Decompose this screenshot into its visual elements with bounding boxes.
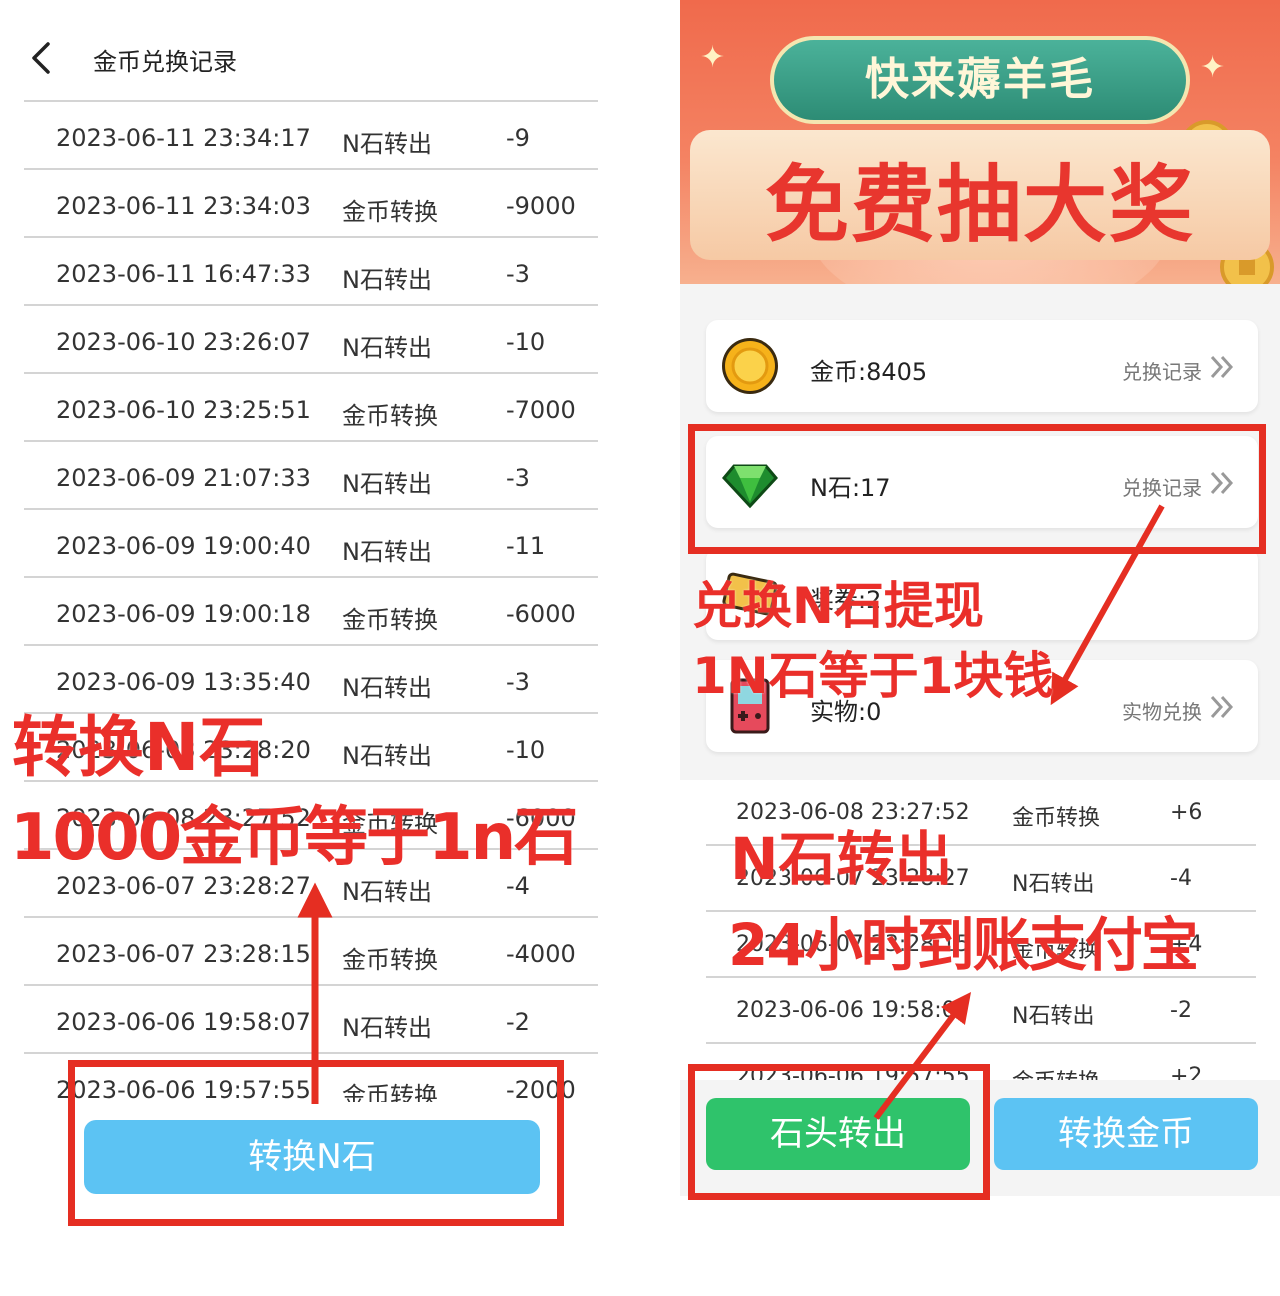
- record-time: 2023-06-11 23:34:03: [56, 192, 311, 220]
- double-chevron-icon[interactable]: [1208, 694, 1236, 720]
- sparkle-icon: ✦: [700, 40, 726, 75]
- highlight-box-stone-button: [688, 1064, 990, 1200]
- table-row: 2023-06-07 23:28:15 金币转换 -4000: [24, 918, 598, 986]
- record-amount: -11: [506, 532, 546, 560]
- record-time: 2023-06-09 13:35:40: [56, 668, 311, 696]
- annotation-right-line4: 24小时到账支付宝: [728, 911, 1199, 979]
- record-time: 2023-06-09 19:00:18: [56, 600, 311, 628]
- annotation-left-line1: 转换N石: [12, 709, 266, 786]
- record-type: N石转出: [342, 266, 432, 294]
- record-amount: -7000: [506, 396, 576, 424]
- record-amount: +2: [1170, 1064, 1203, 1080]
- record-type: 金币转换: [1012, 1064, 1100, 1080]
- record-amount: -6000: [506, 600, 576, 628]
- record-amount: -4: [1170, 866, 1192, 891]
- physical-exchange-link[interactable]: 实物兑换: [1122, 696, 1202, 725]
- record-type: N石转出: [1012, 872, 1095, 897]
- table-row: 2023-06-11 16:47:33 N石转出 -3: [24, 238, 598, 306]
- double-chevron-icon[interactable]: [1208, 354, 1236, 380]
- record-amount: +6: [1170, 800, 1203, 825]
- record-time: 2023-06-06 19:58:07: [56, 1008, 311, 1036]
- annotation-left-line2: 1000金币等于1n石: [10, 801, 578, 875]
- record-amount: -9000: [506, 192, 576, 220]
- table-row: 2023-06-09 19:00:18 金币转换 -6000: [24, 578, 598, 646]
- table-row: 2023-06-11 23:34:03 金币转换 -9000: [24, 170, 598, 238]
- highlight-box-n-stone-card: [688, 424, 1266, 554]
- bottom-spacer: [680, 1196, 1280, 1296]
- record-amount: -10: [506, 736, 546, 764]
- record-type: N石转出: [342, 538, 432, 566]
- record-type: N石转出: [342, 1014, 432, 1042]
- table-row: 2023-06-09 19:00:40 N石转出 -11: [24, 510, 598, 578]
- table-row: 2023-06-06 19:58:07 N石转出 -2: [24, 986, 598, 1054]
- record-type: N石转出: [342, 742, 432, 770]
- gold-coin-icon: [722, 338, 778, 394]
- banner-ribbon: 快来薅羊毛: [770, 36, 1190, 124]
- record-type: N石转出: [342, 674, 432, 702]
- record-amount: -9: [506, 124, 530, 152]
- record-amount: -10: [506, 328, 546, 356]
- sparkle-icon: ✦: [1200, 50, 1226, 85]
- annotation-right-line3: N石转出: [730, 825, 953, 893]
- table-row: 2023-06-06 19:58:07 N石转出 -2: [706, 978, 1256, 1044]
- record-time: 2023-06-10 23:25:51: [56, 396, 311, 424]
- record-time: 2023-06-10 23:26:07: [56, 328, 311, 356]
- table-row: 2023-06-09 21:07:33 N石转出 -3: [24, 442, 598, 510]
- lottery-banner[interactable]: ✦ ✦ 快来薅羊毛 免费抽大奖: [680, 0, 1280, 284]
- record-amount: -2: [1170, 998, 1192, 1023]
- record-amount: -3: [506, 464, 530, 492]
- record-amount: -4000: [506, 940, 576, 968]
- record-time: 2023-06-07 23:28:15: [56, 940, 311, 968]
- record-amount: -3: [506, 260, 530, 288]
- record-amount: -3: [506, 668, 530, 696]
- coin-balance-card[interactable]: 金币:8405 兑换记录: [706, 320, 1258, 412]
- table-row: 2023-06-11 23:34:17 N石转出 -9: [24, 102, 598, 170]
- banner-title: 免费抽大奖: [764, 156, 1195, 254]
- record-type: 金币转换: [342, 606, 438, 634]
- header: 金币兑换记录: [0, 0, 620, 100]
- record-type: N石转出: [342, 334, 432, 362]
- page-title: 金币兑换记录: [93, 48, 237, 76]
- record-time: 2023-06-11 23:34:17: [56, 124, 311, 152]
- coin-balance: 金币:8405: [810, 358, 928, 386]
- banner-subtitle: 快来薅羊毛: [865, 54, 1095, 105]
- highlight-box-convert-button: [68, 1060, 564, 1226]
- annotation-right-line1: 兑换N石提现: [692, 577, 984, 635]
- record-type: N石转出: [342, 130, 432, 158]
- back-arrow-icon[interactable]: [28, 40, 54, 76]
- record-type: N石转出: [1012, 1004, 1095, 1029]
- record-list: 2023-06-11 23:34:17 N石转出 -9 2023-06-11 23:…: [24, 102, 598, 1122]
- record-type: 金币转换: [342, 946, 438, 974]
- table-row: 2023-06-10 23:25:51 金币转换 -7000: [24, 374, 598, 442]
- record-time: 2023-06-06 19:58:07: [736, 998, 970, 1023]
- record-type: N石转出: [342, 470, 432, 498]
- record-amount: -2: [506, 1008, 530, 1036]
- record-type: 金币转换: [342, 198, 438, 226]
- record-time: 2023-06-11 16:47:33: [56, 260, 311, 288]
- record-time: 2023-06-09 19:00:40: [56, 532, 311, 560]
- record-time: 2023-06-09 21:07:33: [56, 464, 311, 492]
- convert-coins-button[interactable]: 转换金币: [994, 1098, 1258, 1170]
- record-type: 金币转换: [1012, 806, 1101, 831]
- table-row: 2023-06-10 23:26:07 N石转出 -10: [24, 306, 598, 374]
- annotation-right-line2: 1N石等于1块钱: [692, 647, 1054, 705]
- exchange-record-link[interactable]: 兑换记录: [1122, 356, 1202, 385]
- record-type: 金币转换: [342, 402, 438, 430]
